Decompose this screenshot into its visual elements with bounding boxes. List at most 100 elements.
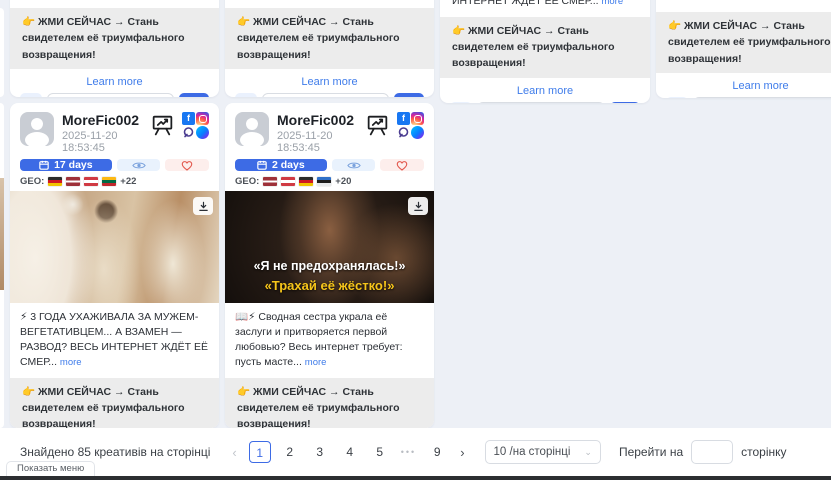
favorite-heart-button[interactable]: [380, 159, 424, 171]
results-count: Знайдено 85 креативів на сторінці: [20, 445, 210, 459]
geo-more-count: +20: [335, 176, 351, 187]
landing-url-input[interactable]: [477, 102, 605, 103]
promo-box: 👉 ЖМИ СЕЙЧАС → Стань свидетелем её триум…: [656, 12, 831, 73]
geo-label: GEO:: [20, 176, 44, 187]
promo-box: 👉 ЖМИ СЕЙЧАС → Стань свидетелем её триум…: [10, 8, 219, 69]
creative-card: MoreFic002 2025-11-20 18:53:45 f 17 days: [10, 103, 219, 428]
learn-more-link[interactable]: Learn more: [450, 85, 640, 97]
facebook-icon: f: [182, 112, 195, 125]
geo-row: GEO: +22: [10, 171, 219, 191]
page-button-4[interactable]: 4: [339, 441, 361, 463]
url-row: [235, 93, 424, 97]
goto-label: Перейти на: [619, 445, 683, 459]
promo-text: 👉 ЖМИ СЕЙЧАС → Стань свидетелем её триум…: [452, 25, 615, 70]
window-bottom-edge: [0, 476, 831, 480]
page-button-5[interactable]: 5: [369, 441, 391, 463]
flag-latvia-icon: [66, 177, 80, 186]
geo-row: GEO: +20: [225, 171, 434, 191]
promo-box: 👉 ЖМИ СЕЙЧАС → Стань свидетелем её триум…: [225, 378, 434, 428]
flag-latvia-icon: [263, 177, 277, 186]
image-caption-line2: «Трахай её жёстко!»: [225, 276, 434, 296]
open-url-button[interactable]: [610, 102, 640, 103]
creative-card-clipped: ИНТЕРНЕТ ЖДЁТ ЕЁ СМЕР... more 👉 ЖМИ СЕЙЧ…: [440, 0, 650, 103]
audience-network-icon: [397, 126, 410, 139]
per-page-select[interactable]: 10 /на сторінці ⌄: [485, 440, 601, 464]
search-icon[interactable]: [235, 93, 257, 97]
open-url-button[interactable]: [394, 93, 424, 97]
more-link[interactable]: more: [305, 357, 327, 368]
landing-url-input[interactable]: [693, 97, 831, 98]
days-active-button[interactable]: 2 days: [235, 159, 327, 171]
messenger-icon: [196, 126, 209, 139]
page-button-3[interactable]: 3: [309, 441, 331, 463]
page-button-2[interactable]: 2: [279, 441, 301, 463]
chevron-down-icon: ⌄: [584, 447, 592, 458]
promo-text: 👉 ЖМИ СЕЙЧАС → Стань свидетелем её триум…: [22, 16, 185, 61]
prev-page-button[interactable]: ‹: [228, 445, 240, 460]
card-header: MoreFic002 2025-11-20 18:53:45 f: [10, 103, 219, 159]
more-link[interactable]: more: [60, 357, 82, 368]
preview-eye-button[interactable]: [332, 159, 376, 171]
placement-icons: f: [182, 112, 209, 139]
promo-text: 👉 ЖМИ СЕЙЧАС → Стань свидетелем её триум…: [237, 16, 400, 61]
placement-icons: f: [397, 112, 424, 139]
learn-more-link[interactable]: Learn more: [666, 80, 831, 92]
instagram-icon: [196, 112, 209, 125]
more-link[interactable]: more: [601, 0, 623, 7]
flag-estonia-icon: [317, 177, 331, 186]
creative-card-clipped: 👉 ЖМИ СЕЙЧАС → Стань свидетелем её триум…: [225, 0, 434, 97]
search-icon[interactable]: [20, 93, 42, 97]
instagram-icon: [411, 112, 424, 125]
image-caption-line1: «Я не предохранялась!»: [225, 257, 434, 276]
promo-box: 👉 ЖМИ СЕЙЧАС → Стань свидетелем её триум…: [10, 378, 219, 428]
preview-eye-button[interactable]: [117, 159, 161, 171]
account-name: MoreFic002: [277, 112, 365, 128]
card-header: MoreFic002 2025-11-20 18:53:45 f: [225, 103, 434, 159]
days-active-button[interactable]: 17 days: [20, 159, 112, 171]
url-row: [666, 97, 831, 98]
pagination-ellipsis[interactable]: •••: [399, 447, 418, 457]
page-button-1[interactable]: 1: [249, 441, 271, 463]
account-name: MoreFic002: [62, 112, 150, 128]
promo-text: 👉 ЖМИ СЕЙЧАС → Стань свидетелем её триум…: [668, 20, 831, 65]
flag-austria-icon: [84, 177, 98, 186]
clipped-card-edge: [0, 8, 4, 97]
promo-box: 👉 ЖМИ СЕЙЧАС → Стань свидетелем её триум…: [440, 17, 650, 78]
search-icon[interactable]: [450, 102, 472, 103]
creative-card: MoreFic002 2025-11-20 18:53:45 f 2 days: [225, 103, 434, 428]
goto-page-group: Перейти на сторінку: [619, 440, 787, 464]
download-image-button[interactable]: [193, 197, 213, 215]
learn-more-link[interactable]: Learn more: [20, 76, 209, 88]
landing-url-input[interactable]: [262, 93, 389, 97]
flag-austria-icon: [281, 177, 295, 186]
favorite-heart-button[interactable]: [165, 159, 209, 171]
creative-image: [10, 191, 219, 303]
presentation-chart-icon[interactable]: [365, 112, 390, 137]
creative-card-clipped: 👉 ЖМИ СЕЙЧАС → Стань свидетелем её триум…: [10, 0, 219, 97]
search-icon[interactable]: [666, 97, 688, 98]
url-row: [20, 93, 209, 97]
show-menu-button[interactable]: Показать меню: [6, 461, 95, 476]
ad-description: ИНТЕРНЕТ ЖДЁТ ЕЁ СМЕР... more: [450, 0, 640, 9]
flag-germany-icon: [299, 177, 313, 186]
url-row: [450, 102, 640, 103]
facebook-icon: f: [397, 112, 410, 125]
learn-more-link[interactable]: Learn more: [235, 76, 424, 88]
presentation-chart-icon[interactable]: [150, 112, 175, 137]
card-actions: 17 days: [10, 159, 219, 171]
landing-url-input[interactable]: [47, 93, 174, 97]
goto-page-input[interactable]: [691, 440, 733, 464]
ad-description: 📖⚡ Сводная сестра украла её заслуги и пр…: [225, 303, 434, 376]
promo-text: 👉 ЖМИ СЕЙЧАС → Стань свидетелем её триум…: [237, 386, 400, 428]
geo-more-count: +22: [120, 176, 136, 187]
audience-network-icon: [182, 126, 195, 139]
flag-lithuania-icon: [102, 177, 116, 186]
ad-description: ⚡ 3 ГОДА УХАЖИВАЛА ЗА МУЖЕМ-ВЕГЕТАТИВЦЕМ…: [10, 303, 219, 376]
avatar: [20, 112, 54, 146]
page-button-9[interactable]: 9: [426, 441, 448, 463]
next-page-button[interactable]: ›: [456, 445, 468, 460]
download-image-button[interactable]: [408, 197, 428, 215]
creative-card-clipped: 👉 ЖМИ СЕЙЧАС → Стань свидетелем её триум…: [656, 0, 831, 98]
flag-germany-icon: [48, 177, 62, 186]
open-url-button[interactable]: [179, 93, 209, 97]
